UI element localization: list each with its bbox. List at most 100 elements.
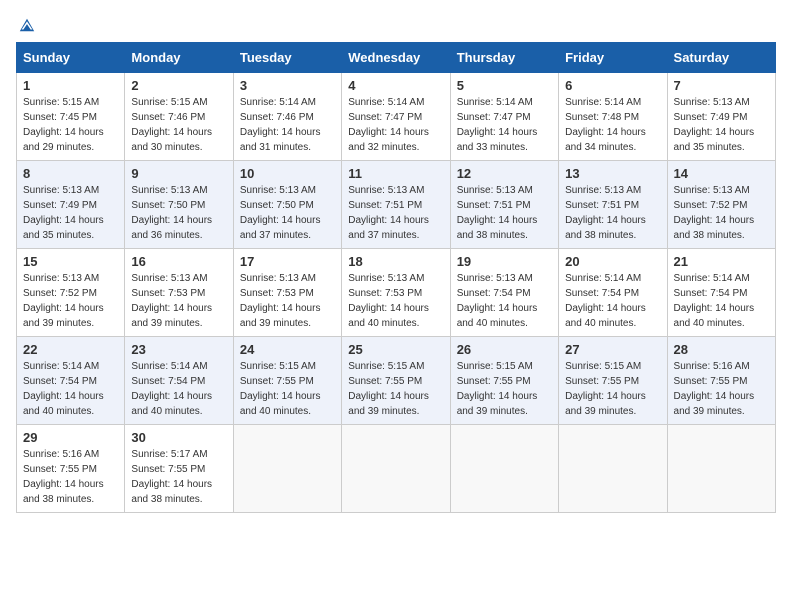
day-number: 6 [565,78,660,93]
day-number: 15 [23,254,118,269]
day-info: Sunrise: 5:16 AMSunset: 7:55 PMDaylight:… [674,361,755,417]
calendar-day-13: 13 Sunrise: 5:13 AMSunset: 7:51 PMDaylig… [559,161,667,249]
column-header-monday: Monday [125,43,233,73]
day-info: Sunrise: 5:15 AMSunset: 7:55 PMDaylight:… [240,361,321,417]
day-number: 12 [457,166,552,181]
day-info: Sunrise: 5:15 AMSunset: 7:55 PMDaylight:… [348,361,429,417]
column-header-sunday: Sunday [17,43,125,73]
calendar-week-2: 8 Sunrise: 5:13 AMSunset: 7:49 PMDayligh… [17,161,776,249]
day-info: Sunrise: 5:15 AMSunset: 7:45 PMDaylight:… [23,97,104,153]
day-info: Sunrise: 5:13 AMSunset: 7:52 PMDaylight:… [23,273,104,329]
empty-cell [342,425,450,513]
calendar-week-1: 1 Sunrise: 5:15 AMSunset: 7:45 PMDayligh… [17,73,776,161]
calendar-day-29: 29 Sunrise: 5:16 AMSunset: 7:55 PMDaylig… [17,425,125,513]
day-info: Sunrise: 5:14 AMSunset: 7:48 PMDaylight:… [565,97,646,153]
day-info: Sunrise: 5:14 AMSunset: 7:54 PMDaylight:… [23,361,104,417]
day-number: 18 [348,254,443,269]
calendar-day-11: 11 Sunrise: 5:13 AMSunset: 7:51 PMDaylig… [342,161,450,249]
day-info: Sunrise: 5:13 AMSunset: 7:54 PMDaylight:… [457,273,538,329]
day-info: Sunrise: 5:13 AMSunset: 7:50 PMDaylight:… [240,185,321,241]
day-number: 3 [240,78,335,93]
day-info: Sunrise: 5:14 AMSunset: 7:47 PMDaylight:… [348,97,429,153]
day-info: Sunrise: 5:16 AMSunset: 7:55 PMDaylight:… [23,449,104,505]
calendar-day-15: 15 Sunrise: 5:13 AMSunset: 7:52 PMDaylig… [17,249,125,337]
logo-icon [18,16,36,34]
calendar-header-row: SundayMondayTuesdayWednesdayThursdayFrid… [17,43,776,73]
day-number: 30 [131,430,226,445]
calendar-day-21: 21 Sunrise: 5:14 AMSunset: 7:54 PMDaylig… [667,249,775,337]
day-number: 27 [565,342,660,357]
day-number: 24 [240,342,335,357]
day-number: 28 [674,342,769,357]
column-header-saturday: Saturday [667,43,775,73]
day-info: Sunrise: 5:13 AMSunset: 7:53 PMDaylight:… [131,273,212,329]
calendar-day-27: 27 Sunrise: 5:15 AMSunset: 7:55 PMDaylig… [559,337,667,425]
column-header-thursday: Thursday [450,43,558,73]
day-number: 1 [23,78,118,93]
calendar-day-25: 25 Sunrise: 5:15 AMSunset: 7:55 PMDaylig… [342,337,450,425]
day-number: 2 [131,78,226,93]
day-info: Sunrise: 5:15 AMSunset: 7:55 PMDaylight:… [457,361,538,417]
calendar-day-10: 10 Sunrise: 5:13 AMSunset: 7:50 PMDaylig… [233,161,341,249]
empty-cell [559,425,667,513]
day-number: 23 [131,342,226,357]
calendar-day-9: 9 Sunrise: 5:13 AMSunset: 7:50 PMDayligh… [125,161,233,249]
empty-cell [667,425,775,513]
day-number: 14 [674,166,769,181]
day-number: 22 [23,342,118,357]
day-number: 8 [23,166,118,181]
day-number: 25 [348,342,443,357]
column-header-tuesday: Tuesday [233,43,341,73]
calendar-day-4: 4 Sunrise: 5:14 AMSunset: 7:47 PMDayligh… [342,73,450,161]
calendar-day-12: 12 Sunrise: 5:13 AMSunset: 7:51 PMDaylig… [450,161,558,249]
logo [16,16,36,34]
calendar-day-19: 19 Sunrise: 5:13 AMSunset: 7:54 PMDaylig… [450,249,558,337]
day-info: Sunrise: 5:14 AMSunset: 7:54 PMDaylight:… [565,273,646,329]
day-info: Sunrise: 5:13 AMSunset: 7:51 PMDaylight:… [565,185,646,241]
calendar-day-22: 22 Sunrise: 5:14 AMSunset: 7:54 PMDaylig… [17,337,125,425]
day-number: 26 [457,342,552,357]
calendar-table: SundayMondayTuesdayWednesdayThursdayFrid… [16,42,776,513]
day-number: 9 [131,166,226,181]
day-info: Sunrise: 5:13 AMSunset: 7:51 PMDaylight:… [348,185,429,241]
column-header-friday: Friday [559,43,667,73]
calendar-day-16: 16 Sunrise: 5:13 AMSunset: 7:53 PMDaylig… [125,249,233,337]
calendar-day-18: 18 Sunrise: 5:13 AMSunset: 7:53 PMDaylig… [342,249,450,337]
page-header [16,16,776,34]
day-number: 4 [348,78,443,93]
day-info: Sunrise: 5:14 AMSunset: 7:54 PMDaylight:… [131,361,212,417]
day-info: Sunrise: 5:14 AMSunset: 7:46 PMDaylight:… [240,97,321,153]
day-info: Sunrise: 5:13 AMSunset: 7:53 PMDaylight:… [348,273,429,329]
day-info: Sunrise: 5:13 AMSunset: 7:51 PMDaylight:… [457,185,538,241]
calendar-week-3: 15 Sunrise: 5:13 AMSunset: 7:52 PMDaylig… [17,249,776,337]
day-number: 5 [457,78,552,93]
calendar-week-4: 22 Sunrise: 5:14 AMSunset: 7:54 PMDaylig… [17,337,776,425]
calendar-day-8: 8 Sunrise: 5:13 AMSunset: 7:49 PMDayligh… [17,161,125,249]
day-info: Sunrise: 5:17 AMSunset: 7:55 PMDaylight:… [131,449,212,505]
column-header-wednesday: Wednesday [342,43,450,73]
day-info: Sunrise: 5:15 AMSunset: 7:55 PMDaylight:… [565,361,646,417]
day-number: 7 [674,78,769,93]
day-info: Sunrise: 5:14 AMSunset: 7:54 PMDaylight:… [674,273,755,329]
calendar-day-24: 24 Sunrise: 5:15 AMSunset: 7:55 PMDaylig… [233,337,341,425]
calendar-day-7: 7 Sunrise: 5:13 AMSunset: 7:49 PMDayligh… [667,73,775,161]
day-info: Sunrise: 5:13 AMSunset: 7:53 PMDaylight:… [240,273,321,329]
calendar-day-2: 2 Sunrise: 5:15 AMSunset: 7:46 PMDayligh… [125,73,233,161]
day-info: Sunrise: 5:13 AMSunset: 7:50 PMDaylight:… [131,185,212,241]
day-info: Sunrise: 5:13 AMSunset: 7:49 PMDaylight:… [23,185,104,241]
calendar-day-28: 28 Sunrise: 5:16 AMSunset: 7:55 PMDaylig… [667,337,775,425]
calendar-day-1: 1 Sunrise: 5:15 AMSunset: 7:45 PMDayligh… [17,73,125,161]
day-number: 13 [565,166,660,181]
calendar-day-3: 3 Sunrise: 5:14 AMSunset: 7:46 PMDayligh… [233,73,341,161]
calendar-day-17: 17 Sunrise: 5:13 AMSunset: 7:53 PMDaylig… [233,249,341,337]
empty-cell [233,425,341,513]
day-number: 19 [457,254,552,269]
day-number: 10 [240,166,335,181]
day-info: Sunrise: 5:15 AMSunset: 7:46 PMDaylight:… [131,97,212,153]
calendar-week-5: 29 Sunrise: 5:16 AMSunset: 7:55 PMDaylig… [17,425,776,513]
day-number: 17 [240,254,335,269]
empty-cell [450,425,558,513]
day-number: 29 [23,430,118,445]
day-number: 16 [131,254,226,269]
day-number: 11 [348,166,443,181]
